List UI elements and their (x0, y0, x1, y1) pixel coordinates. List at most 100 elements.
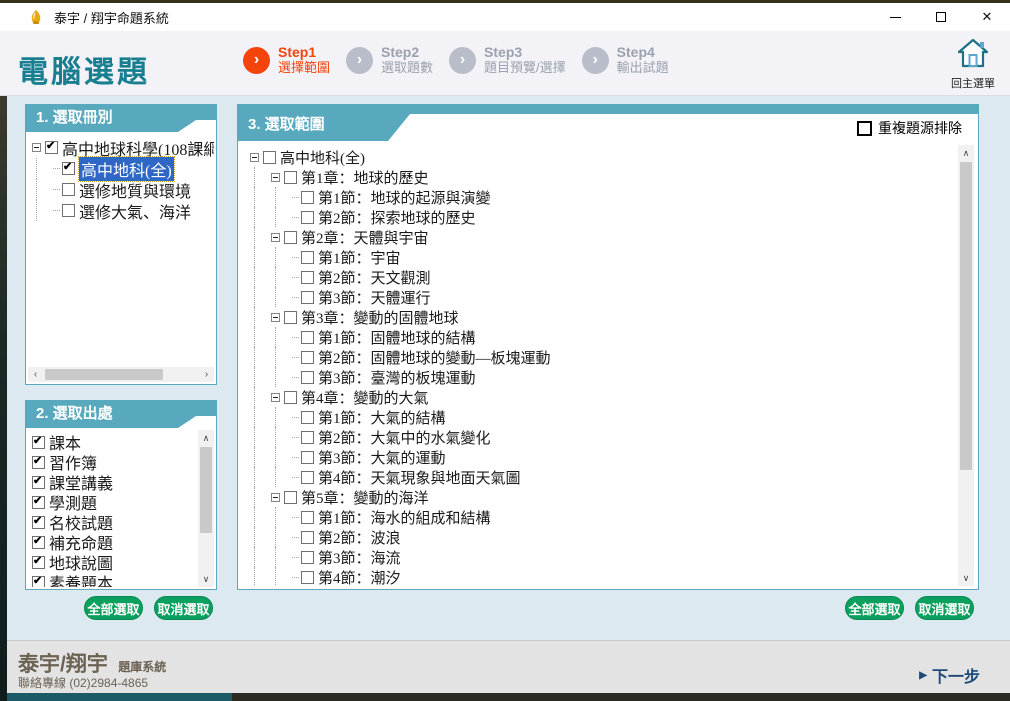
tree-item-chapter[interactable]: 第2章：天體與宇宙 (250, 227, 948, 247)
tree-item-label[interactable]: 第2節：天文觀測 (318, 267, 431, 288)
tree-item-label[interactable]: 第1節：海水的組成和結構 (318, 507, 491, 528)
tree-item-label[interactable]: 第3節：臺灣的板塊運動 (318, 367, 476, 388)
tree-item-label[interactable]: 第3章：變動的固體地球 (301, 307, 459, 328)
close-button[interactable]: ✕ (964, 3, 1010, 31)
scrollbar-thumb[interactable] (45, 369, 163, 380)
home-menu-button[interactable]: 回主選單 (950, 37, 996, 91)
vertical-scrollbar[interactable]: ∧ ∨ (958, 145, 974, 586)
deselect-all-right-button[interactable]: 取消選取 (915, 596, 974, 620)
collapse-icon[interactable] (271, 493, 280, 502)
collapse-icon[interactable] (271, 393, 280, 402)
source-label[interactable]: 素養題本 (49, 570, 113, 587)
list-item[interactable]: 學測題 (32, 492, 198, 512)
tree-item-label[interactable]: 第2章：天體與宇宙 (301, 227, 429, 248)
tree-item-label[interactable]: 第4節：天氣現象與地面天氣圖 (318, 467, 521, 488)
collapse-icon[interactable] (250, 153, 259, 162)
tree-item-label[interactable]: 第2節：固體地球的變動—板塊運動 (318, 347, 551, 368)
checkbox-unchecked[interactable] (301, 431, 314, 444)
tree-item-label[interactable]: 第2節：探索地球的歷史 (318, 207, 476, 228)
scroll-right-icon[interactable]: › (199, 367, 214, 382)
checkbox-unchecked[interactable] (62, 204, 75, 217)
tree-item-section[interactable]: 第3節：天體運行 (250, 287, 948, 307)
minimize-button[interactable] (872, 3, 918, 31)
tree-item-section[interactable]: 第3節：臺灣的板塊運動 (250, 367, 948, 387)
tree-item-label[interactable]: 第1節：大氣的結構 (318, 407, 446, 428)
checkbox-unchecked[interactable] (284, 491, 297, 504)
tree-item-label[interactable]: 第2節：波浪 (318, 527, 401, 548)
tree-item-chapter[interactable]: 第3章：變動的固體地球 (250, 307, 948, 327)
scroll-up-icon[interactable]: ∧ (958, 145, 974, 161)
checkbox-unchecked[interactable] (301, 191, 314, 204)
list-item[interactable]: 補充命題 (32, 532, 198, 552)
tree-item[interactable]: 高中地科(全) (32, 158, 214, 179)
list-item[interactable]: 名校試題 (32, 512, 198, 532)
next-step-button[interactable]: ▶ 下一步 (919, 663, 980, 687)
tree-item-label[interactable]: 第5章：變動的海洋 (301, 487, 429, 508)
checkbox-checked[interactable] (45, 141, 58, 154)
checkbox-unchecked[interactable] (301, 211, 314, 224)
tree-item-section[interactable]: 第1節：海水的組成和結構 (250, 507, 948, 527)
checkbox-checked[interactable] (32, 476, 45, 489)
list-item[interactable]: 素養題本 (32, 572, 198, 587)
checkbox-unchecked[interactable] (301, 271, 314, 284)
tree-item-label[interactable]: 第2節：大氣中的水氣變化 (318, 427, 491, 448)
select-all-right-button[interactable]: 全部選取 (845, 596, 904, 620)
checkbox-checked[interactable] (32, 556, 45, 569)
tree-item-section[interactable]: 第4節：潮汐 (250, 567, 948, 585)
checkbox-unchecked[interactable] (301, 411, 314, 424)
scroll-down-icon[interactable]: ∨ (958, 570, 974, 586)
checkbox-unchecked[interactable] (301, 471, 314, 484)
checkbox-checked[interactable] (32, 576, 45, 588)
checkbox-checked[interactable] (32, 496, 45, 509)
checkbox-unchecked[interactable] (301, 291, 314, 304)
dedupe-checkbox-unchecked[interactable] (857, 121, 872, 136)
tree-item-section[interactable]: 第1節：大氣的結構 (250, 407, 948, 427)
checkbox-unchecked[interactable] (284, 391, 297, 404)
collapse-icon[interactable] (32, 143, 41, 152)
tree-item-section[interactable]: 第4節：天氣現象與地面天氣圖 (250, 467, 948, 487)
tree-item-section[interactable]: 第2節：探索地球的歷史 (250, 207, 948, 227)
vertical-scrollbar[interactable]: ∧ ∨ (198, 430, 214, 587)
list-item[interactable]: 課堂講義 (32, 472, 198, 492)
tree-item-label[interactable]: 第1節：地球的起源與演變 (318, 187, 491, 208)
collapse-icon[interactable] (271, 233, 280, 242)
scroll-down-icon[interactable]: ∨ (198, 571, 214, 587)
checkbox-unchecked[interactable] (301, 551, 314, 564)
scroll-up-icon[interactable]: ∧ (198, 430, 214, 446)
checkbox-unchecked[interactable] (284, 171, 297, 184)
checkbox-unchecked[interactable] (301, 351, 314, 364)
list-item[interactable]: 習作簿 (32, 452, 198, 472)
checkbox-unchecked[interactable] (301, 451, 314, 464)
tree-item-label[interactable]: 選修大氣、海洋 (79, 199, 191, 223)
checkbox-checked[interactable] (32, 456, 45, 469)
checkbox-unchecked[interactable] (62, 183, 75, 196)
scrollbar-thumb[interactable] (200, 447, 212, 533)
checkbox-unchecked[interactable] (301, 331, 314, 344)
tree-item-section[interactable]: 第2節：固體地球的變動—板塊運動 (250, 347, 948, 367)
tree-item[interactable]: 選修地質與環境 (32, 179, 214, 200)
tree-item-root[interactable]: 高中地球科學(108課綱) (32, 137, 214, 158)
checkbox-unchecked[interactable] (284, 231, 297, 244)
horizontal-scrollbar[interactable]: ‹ › (28, 367, 214, 382)
list-item[interactable]: 地球說圖 (32, 552, 198, 572)
tree-item-section[interactable]: 第1節：地球的起源與演變 (250, 187, 948, 207)
collapse-icon[interactable] (271, 173, 280, 182)
deselect-all-left-button[interactable]: 取消選取 (154, 596, 213, 620)
checkbox-checked[interactable] (32, 516, 45, 529)
checkbox-unchecked[interactable] (301, 531, 314, 544)
tree-item-label[interactable]: 第1章：地球的歷史 (301, 167, 429, 188)
checkbox-unchecked[interactable] (284, 311, 297, 324)
checkbox-unchecked[interactable] (301, 251, 314, 264)
tree-item-chapter[interactable]: 第1章：地球的歷史 (250, 167, 948, 187)
tree-item-chapter[interactable]: 第5章：變動的海洋 (250, 487, 948, 507)
tree-item-chapter[interactable]: 第4章：變動的大氣 (250, 387, 948, 407)
tree-item-label[interactable]: 第4節：潮汐 (318, 567, 401, 586)
tree-item-section[interactable]: 第1節：宇宙 (250, 247, 948, 267)
tree-item-section[interactable]: 第2節：大氣中的水氣變化 (250, 427, 948, 447)
tree-item-label[interactable]: 第3節：大氣的運動 (318, 447, 446, 468)
tree-item-label[interactable]: 第3節：天體運行 (318, 287, 431, 308)
checkbox-unchecked[interactable] (263, 151, 276, 164)
checkbox-checked[interactable] (62, 162, 75, 175)
scrollbar-thumb[interactable] (960, 162, 972, 470)
tree-item-label[interactable]: 第1節：宇宙 (318, 247, 401, 268)
